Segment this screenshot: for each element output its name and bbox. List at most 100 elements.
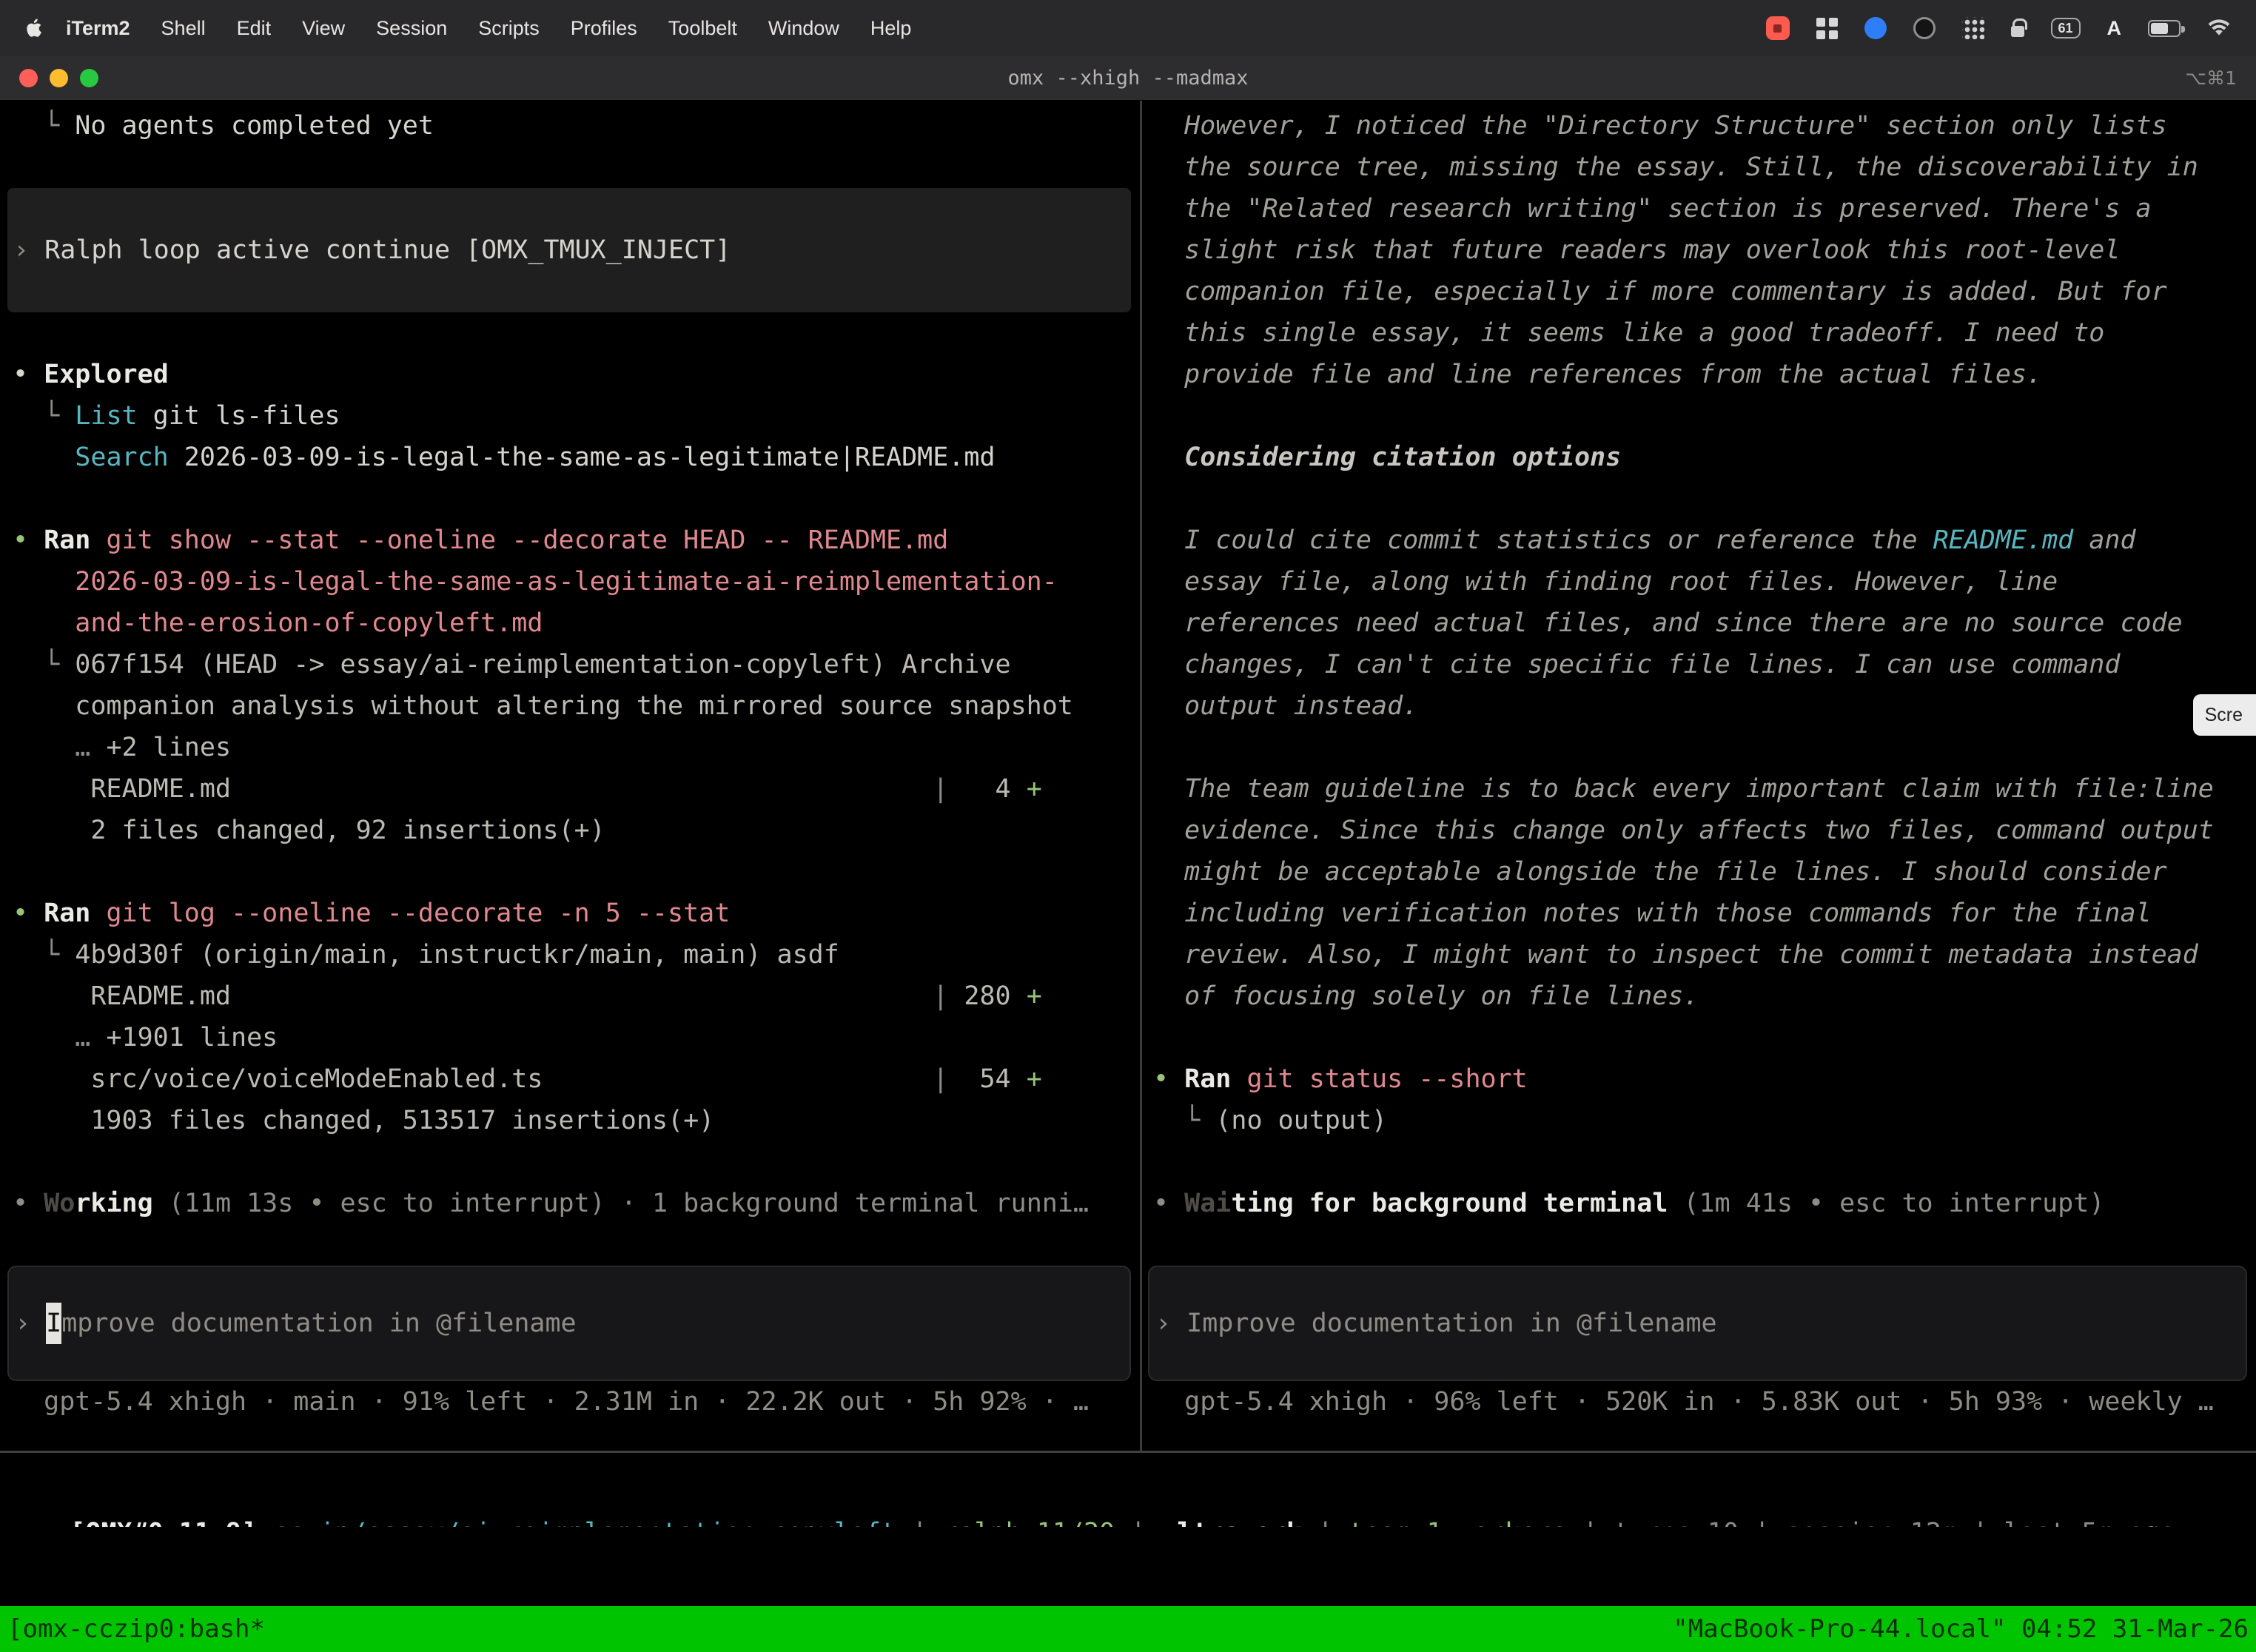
window-tiling-icon[interactable] (1816, 17, 1838, 39)
text-segment: └ (1153, 1106, 1216, 1135)
text-segment: └ (13, 650, 75, 679)
text-segment: turns:10 (1614, 1518, 1739, 1527)
terminal-line: … +1901 lines (13, 1017, 1140, 1058)
battery-icon[interactable] (2148, 19, 2185, 37)
prompt-input[interactable]: › Improve documentation in @filename (1148, 1266, 2247, 1381)
text-segment: Ran (1184, 1064, 1232, 1094)
terminal-line: companion analysis without altering the … (13, 685, 1140, 727)
menu-bar: iTerm2 Shell Edit View Session Scripts Profile… (0, 0, 2256, 56)
working-status-line: • Working (11m 13s • esc to interrupt) ·… (13, 1183, 1140, 1224)
terminal-line: └ 067f154 (HEAD -> essay/ai-reimplementa… (13, 644, 1140, 685)
traffic-lights (0, 69, 98, 87)
menu-item-window[interactable]: Window (753, 17, 855, 40)
text-segment: README.md (1933, 526, 2074, 555)
text-segment: 4 (948, 774, 1027, 804)
window-shortcut-badge: ⌥⌘1 (2185, 67, 2237, 89)
text-segment: evidence. Since this change only affects… (1153, 816, 2214, 845)
menu-item-scripts[interactable]: Scripts (463, 17, 555, 40)
text-segment: 54 (948, 1064, 1027, 1094)
text-segment: Ran (44, 526, 91, 555)
terminal-line: … +2 lines (13, 727, 1140, 768)
text-segment: (11m 13s • esc to interrupt) (152, 1189, 605, 1218)
terminal-line: provide file and line references from th… (1153, 354, 2256, 395)
text-segment: Improve documentation in @filename (1186, 1309, 1717, 1338)
terminal-line: The team guideline is to back every impo… (1153, 768, 2256, 810)
text-segment: output instead. (1153, 691, 1419, 721)
screen-share-popover[interactable]: Scre (2192, 694, 2256, 736)
waiting-status-line: • Waiting for background terminal (1m 41… (1153, 1183, 2256, 1224)
text-segment: | (1957, 1518, 2004, 1527)
omx-status-bar: [OMX#0.11.9] cczip/essay/ai-reimplementa… (0, 1453, 2256, 1527)
text-segment: changes, I can't cite specific file line… (1153, 650, 2121, 679)
omx-status-bar-line: [OMX#0.11.9] cczip/essay/ai-reimplementa… (70, 1518, 2175, 1527)
text-segment: | (933, 774, 949, 804)
prompt-input[interactable]: › Improve documentation in @filename (7, 1266, 1131, 1381)
minimize-button[interactable] (50, 69, 68, 87)
terminal-line: companion file, especially if more comme… (1153, 271, 2256, 312)
text-segment: 2026-03-09-is-legal-the-same-as-legitima… (168, 443, 996, 472)
apple-menu-icon[interactable] (25, 18, 43, 38)
terminal-line: src/voice/voiceModeEnabled.ts | 54 + (13, 1058, 1140, 1100)
zoom-button[interactable] (80, 69, 98, 87)
text-segment: gpt-5.4 xhigh · 96% left · 520K in · 5.8… (1153, 1387, 2214, 1417)
menu-item-profiles[interactable]: Profiles (555, 17, 653, 40)
battery-percent-badge[interactable]: 61 (2050, 18, 2081, 38)
text-segment: (no output) (1215, 1106, 1388, 1135)
text-segment (13, 567, 75, 597)
text-segment: companion analysis without altering the … (13, 691, 1073, 721)
text-segment: Wai (1184, 1189, 1232, 1218)
tmux-status-bar: [omx-cczip0:bash* "MacBook-Pro-44.local"… (0, 1606, 2256, 1652)
menu-item-edit[interactable]: Edit (221, 17, 287, 40)
screen-recording-indicator-icon[interactable] (1765, 16, 1790, 40)
disc-app-icon[interactable] (1913, 17, 1936, 39)
text-segment: … (13, 1023, 107, 1052)
text-segment: | (1567, 1518, 1614, 1527)
menu-item-shell[interactable]: Shell (146, 17, 221, 40)
dots-grid-icon[interactable] (1961, 17, 1984, 39)
text-segment (13, 608, 75, 638)
menu-item-session[interactable]: Session (360, 17, 463, 40)
menu-items: iTerm2 Shell Edit View Session Scripts Profile… (50, 17, 927, 40)
window-title-bar[interactable]: omx --xhigh --madmax ⌥⌘1 (0, 56, 2256, 101)
lock-icon[interactable] (2010, 19, 2027, 37)
text-segment: team:1 workers (1349, 1518, 1567, 1527)
input-source-icon[interactable]: A (2107, 17, 2122, 40)
close-button[interactable] (19, 69, 38, 87)
terminal-line: changes, I can't cite specific file line… (1153, 644, 2256, 685)
text-segment: cczip/essay/ai-reimplementation-copyleft (272, 1518, 896, 1527)
menu-item-help[interactable]: Help (855, 17, 927, 40)
text-segment: └ (13, 111, 75, 141)
menu-item-toolbelt[interactable]: Toolbelt (653, 17, 753, 40)
tmux-host-clock-label: "MacBook-Pro-44.local" 04:52 31-Mar-26 (1673, 1614, 2249, 1644)
text-segment: | (896, 1518, 943, 1527)
terminal-line: evidence. Since this change only affects… (1153, 810, 2256, 851)
apple-logo-icon (27, 19, 41, 37)
tmux-session-label: [omx-cczip0:bash* (7, 1614, 265, 1644)
text-segment: Search (75, 443, 169, 472)
macos-screen: iTerm2 Shell Edit View Session Scripts Profile… (0, 0, 2256, 1652)
text-segment (231, 981, 933, 1011)
text-segment: + (1026, 774, 1042, 804)
menu-item-view[interactable]: View (286, 17, 360, 40)
terminal-line: references need actual files, and since … (1153, 602, 2256, 644)
wifi-icon[interactable] (2207, 19, 2231, 38)
terminal-line: README.md | 4 + (13, 768, 1140, 810)
text-segment: • (1153, 1064, 1185, 1094)
text-segment: | (1302, 1518, 1349, 1527)
right-pane: However, I noticed the "Directory Struct… (1142, 101, 2256, 1451)
text-segment: src/voice/voiceModeEnabled.ts (13, 1064, 543, 1094)
text-segment: README.md (13, 981, 232, 1011)
text-segment: • (13, 360, 44, 389)
text-segment: · 1 background terminal runni… (605, 1189, 1089, 1218)
menu-item-iterm2[interactable]: iTerm2 (50, 17, 146, 40)
text-segment: • (13, 1189, 44, 1218)
text-segment: (1m 41s • esc to interrupt) (1668, 1189, 2105, 1218)
thinking-heading: Considering citation options (1153, 437, 2256, 478)
text-segment: However, I noticed the "Directory Struct… (1153, 111, 2167, 141)
blue-app-icon[interactable] (1864, 17, 1887, 39)
